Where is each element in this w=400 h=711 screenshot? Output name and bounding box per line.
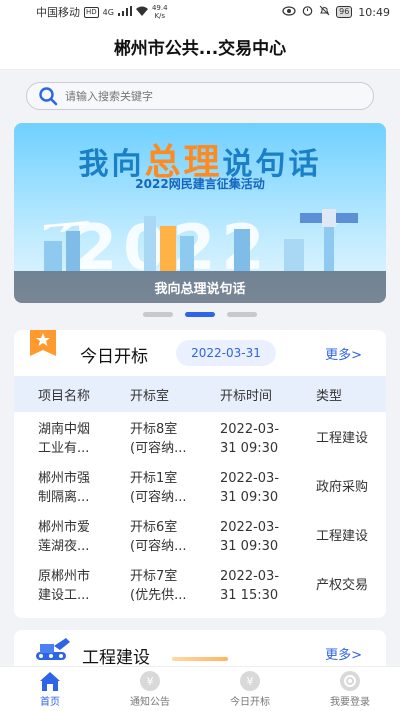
carousel-dot[interactable]: [227, 312, 257, 317]
svg-text:¥: ¥: [247, 675, 254, 688]
tab-today-bids[interactable]: ¥ 今日开标: [200, 667, 300, 711]
login-icon: [338, 670, 362, 692]
cell-project-name: 郴州市强 制隔离...: [38, 470, 91, 505]
bids-table-body: 湖南中烟 工业有... 开标8室 (可容纳... 2022-03- 31 09:…: [14, 414, 386, 610]
cell-time: 2022-03- 31 15:30: [220, 568, 280, 603]
excavator-icon: [36, 638, 70, 660]
cell-type: 工程建设: [316, 431, 369, 446]
cell-project-name: 湖南中烟 工业有...: [38, 421, 91, 456]
search-input[interactable]: [65, 89, 345, 103]
table-row[interactable]: 郴州市爱 莲湖夜... 开标6室 (可容纳... 2022-03- 31 09:…: [14, 512, 386, 561]
mute-icon: [319, 5, 330, 19]
tab-home[interactable]: 首页: [0, 667, 100, 711]
svg-text:¥: ¥: [147, 675, 154, 688]
status-left: 中国移动 HD 4G 49.4 K/s: [10, 4, 168, 20]
tab-home-label: 首页: [40, 697, 60, 708]
bid-icon: ¥: [238, 670, 262, 692]
carousel-indicator: [0, 312, 400, 317]
cell-time: 2022-03- 31 09:30: [220, 421, 280, 456]
alarm-icon: [302, 5, 313, 19]
status-bar: 中国移动 HD 4G 49.4 K/s 96 10:49: [0, 0, 400, 24]
cell-type: 政府采购: [316, 480, 369, 495]
bottom-tab-bar: 首页 ¥ 通知公告 ¥ 今日开标 我要登录: [0, 666, 400, 711]
banner-caption: 我向总理说句话: [14, 271, 386, 303]
engineering-more-link[interactable]: 更多>: [325, 644, 362, 663]
promo-banner[interactable]: 我向总理说句话 2022网民建言征集活动 2022 我向总理说句话: [14, 123, 386, 303]
battery-indicator: 96: [336, 6, 353, 18]
today-bids-title: 今日开标: [80, 347, 148, 367]
title-underline: [172, 657, 228, 661]
signal-icon: [117, 5, 132, 19]
today-bids-card: 今日开标 2022-03-31 更多> 项目名称 开标室 开标时间 类型 湖南中…: [14, 330, 386, 618]
table-row[interactable]: 原郴州市 建设工... 开标7室 (优先供... 2022-03- 31 15:…: [14, 561, 386, 610]
bids-table-header: 项目名称 开标室 开标时间 类型: [14, 376, 386, 412]
speed-unit: K/s: [154, 12, 166, 20]
cell-type: 产权交易: [316, 578, 369, 593]
star-ribbon-icon: [30, 330, 56, 356]
network-speed: 49.4 K/s: [152, 4, 168, 20]
speed-value: 49.4: [151, 4, 168, 12]
clock: 10:49: [358, 5, 390, 19]
cell-room: 开标6室 (可容纳...: [130, 519, 187, 554]
tab-notices-label: 通知公告: [130, 697, 170, 708]
airplane-icon: [44, 221, 90, 232]
page-title: 郴州市公共...交易中心: [113, 39, 287, 59]
cell-project-name: 郴州市爱 莲湖夜...: [38, 519, 91, 554]
cell-type: 工程建设: [316, 529, 369, 544]
table-row[interactable]: 郴州市强 制隔离... 开标1室 (可容纳... 2022-03- 31 09:…: [14, 463, 386, 512]
search-bar[interactable]: [26, 82, 374, 110]
today-bids-date: 2022-03-31: [176, 340, 276, 366]
column-header-time: 开标时间: [220, 388, 273, 404]
column-header-name: 项目名称: [38, 388, 91, 404]
page-title-bar: 郴州市公共...交易中心: [0, 24, 400, 70]
wifi-icon: [135, 6, 148, 19]
carousel-dot[interactable]: [143, 312, 173, 317]
cell-time: 2022-03- 31 09:30: [220, 470, 280, 505]
engineering-title: 工程建设: [82, 648, 150, 668]
tab-today-bids-label: 今日开标: [230, 697, 270, 708]
cell-room: 开标8室 (可容纳...: [130, 421, 187, 456]
tab-login[interactable]: 我要登录: [300, 667, 400, 711]
column-header-room: 开标室: [130, 388, 170, 404]
satellite-icon: [300, 209, 358, 227]
cell-project-name: 原郴州市 建设工...: [38, 568, 91, 603]
eye-icon: [282, 5, 296, 19]
home-icon: [38, 670, 62, 692]
banner-subheadline: 2022网民建言征集活动: [135, 177, 265, 191]
carrier-name: 中国移动: [36, 6, 80, 19]
cell-room: 开标1室 (可容纳...: [130, 470, 187, 505]
cell-room: 开标7室 (优先供...: [130, 568, 187, 603]
network-type: 4G: [102, 7, 114, 17]
search-icon[interactable]: [37, 85, 59, 107]
tab-login-label: 我要登录: [330, 697, 370, 708]
today-bids-more-link[interactable]: 更多>: [325, 344, 362, 363]
hd-badge: HD: [84, 6, 99, 18]
column-header-type: 类型: [316, 388, 343, 404]
notice-icon: ¥: [138, 670, 162, 692]
cell-time: 2022-03- 31 09:30: [220, 519, 280, 554]
table-row[interactable]: 湖南中烟 工业有... 开标8室 (可容纳... 2022-03- 31 09:…: [14, 414, 386, 463]
tab-notices[interactable]: ¥ 通知公告: [100, 667, 200, 711]
status-right: 96 10:49: [282, 5, 390, 19]
carousel-dot-active[interactable]: [185, 312, 215, 317]
